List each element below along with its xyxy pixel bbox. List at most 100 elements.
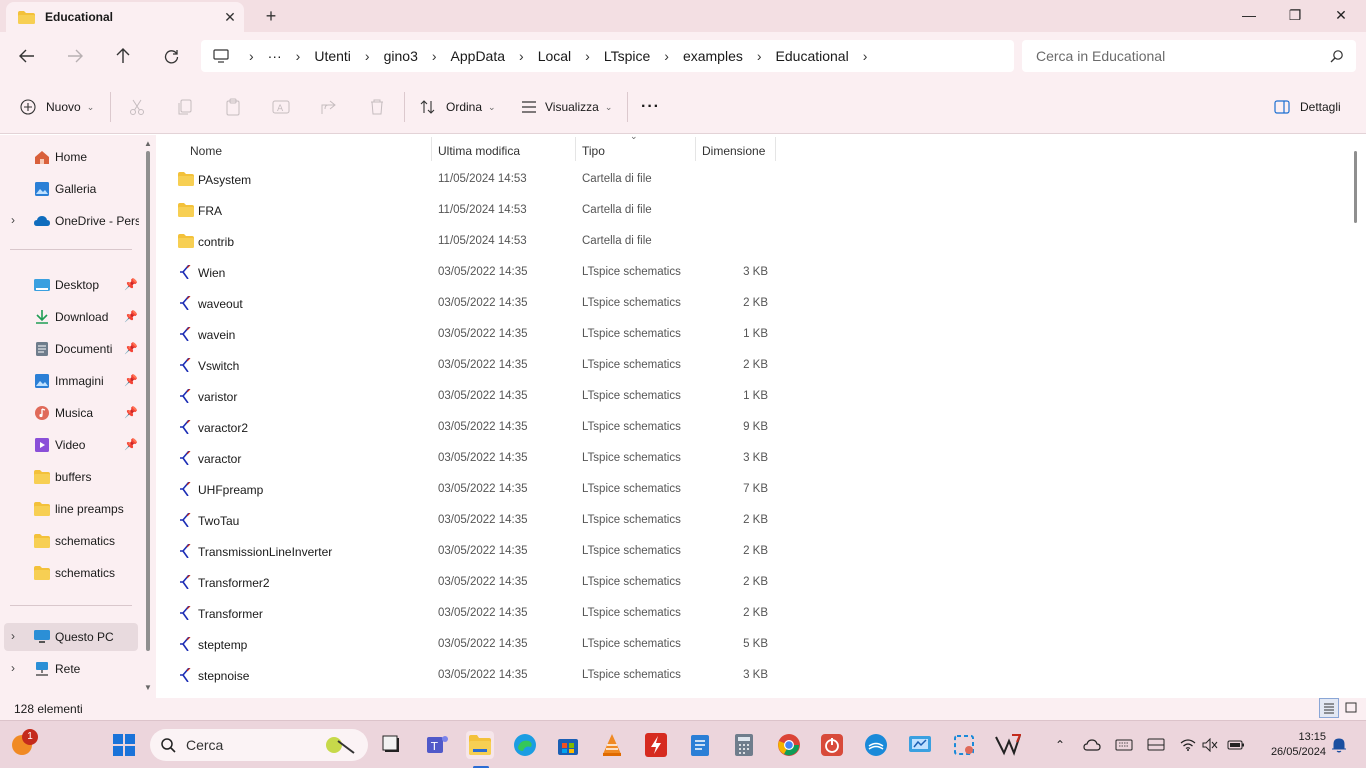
table-row[interactable]: varistor 03/05/2022 14:35 LTspice schemati… [174, 381, 1074, 412]
scroll-up-icon[interactable]: ▲ [144, 139, 152, 148]
sidebar-item-pictures[interactable]: Immagini 📌 [0, 367, 140, 395]
share-icon[interactable] [320, 98, 338, 116]
paste-icon[interactable] [224, 98, 242, 116]
teams-button[interactable]: T [423, 731, 451, 759]
battery-tray-icon[interactable] [1225, 735, 1247, 755]
taskbar-search[interactable]: Cerca [150, 729, 368, 761]
show-hidden-icons-button[interactable]: ⌃ [1049, 735, 1071, 755]
file-name[interactable]: FRA [198, 204, 222, 218]
pin-icon[interactable]: 📌 [124, 278, 138, 291]
sidebar-item-desktop[interactable]: Desktop 📌 [0, 271, 140, 299]
file-name[interactable]: steptemp [198, 638, 247, 652]
file-name[interactable]: varactor2 [198, 421, 248, 435]
copy-icon[interactable] [176, 98, 194, 116]
sidebar-item-onedrive[interactable]: › OneDrive - Personale [0, 207, 140, 235]
table-row[interactable]: Transformer2 03/05/2022 14:35 LTspice sche… [174, 567, 1074, 598]
minimize-button[interactable]: — [1226, 0, 1272, 30]
flash-app-button[interactable] [642, 731, 670, 759]
crumb-local[interactable]: Local [538, 48, 571, 64]
sidebar-item-download[interactable]: Download 📌 [0, 303, 140, 331]
sidebar-item-gallery[interactable]: Galleria [0, 175, 140, 203]
power-app-button[interactable] [818, 731, 846, 759]
chevron-right-icon[interactable]: › [365, 48, 370, 64]
column-divider[interactable] [575, 137, 576, 161]
pin-icon[interactable]: 📌 [124, 406, 138, 419]
table-row[interactable]: FRA 11/05/2024 14:53 Cartella di file [174, 195, 1074, 226]
file-name[interactable]: waveout [198, 297, 243, 311]
crumb-educational[interactable]: Educational [776, 48, 849, 64]
crumb-examples[interactable]: examples [683, 48, 743, 64]
table-row[interactable]: waveout 03/05/2022 14:35 LTspice schematic… [174, 288, 1074, 319]
rename-icon[interactable]: A [272, 98, 290, 116]
table-row[interactable]: varactor 03/05/2022 14:35 LTspice schemati… [174, 443, 1074, 474]
chevron-right-icon[interactable]: › [863, 48, 868, 64]
chevron-right-icon[interactable]: › [585, 48, 590, 64]
sidebar-item-schematics-2[interactable]: schematics [0, 559, 140, 587]
chevron-right-icon[interactable]: › [432, 48, 437, 64]
crumb-gino3[interactable]: gino3 [384, 48, 418, 64]
ltspice-button[interactable] [994, 731, 1022, 759]
cloud-app-button[interactable] [862, 731, 890, 759]
chevron-right-icon[interactable]: › [296, 48, 301, 64]
notepad-button[interactable] [686, 731, 714, 759]
start-button[interactable] [110, 731, 138, 759]
sidebar-item-home[interactable]: Home [0, 143, 140, 171]
pin-icon[interactable]: 📌 [124, 310, 138, 323]
up-button[interactable] [107, 42, 139, 70]
scroll-down-icon[interactable]: ▼ [144, 683, 152, 692]
table-row[interactable]: steptemp 03/05/2022 14:35 LTspice schemati… [174, 629, 1074, 660]
file-name[interactable]: contrib [198, 235, 234, 249]
table-row[interactable]: stepnoise 03/05/2022 14:35 LTspice schemat… [174, 660, 1074, 691]
file-name[interactable]: UHFpreamp [198, 483, 263, 497]
table-row[interactable]: wavein 03/05/2022 14:35 LTspice schematics… [174, 319, 1074, 350]
column-header-size[interactable]: Dimensione [702, 139, 765, 163]
file-name[interactable]: varistor [198, 390, 237, 404]
new-button[interactable]: Nuovo ⌄ [20, 94, 94, 120]
sidebar-item-network[interactable]: › Rete [0, 655, 140, 683]
sidebar-item-documents[interactable]: Documenti 📌 [0, 335, 140, 363]
sidebar-item-video[interactable]: Video 📌 [0, 431, 140, 459]
keyboard-tray-icon[interactable] [1113, 735, 1135, 755]
sidebar-item-this-pc[interactable]: › Questo PC [4, 623, 138, 651]
display-tray-icon[interactable] [1145, 735, 1167, 755]
crumb-ltspice[interactable]: LTspice [604, 48, 650, 64]
view-button[interactable]: Visualizza ⌄ [521, 94, 612, 120]
chevron-right-icon[interactable]: › [757, 48, 762, 64]
edge-button[interactable] [511, 731, 539, 759]
file-name[interactable]: TransmissionLineInverter [198, 545, 332, 559]
file-explorer-button[interactable] [466, 731, 494, 759]
address-bar[interactable]: › ··· › Utenti › gino3 › AppData › Local… [201, 40, 1014, 72]
tiles-view-button[interactable] [1341, 698, 1361, 718]
pin-icon[interactable]: 📌 [124, 342, 138, 355]
file-name[interactable]: Transformer2 [198, 576, 270, 590]
table-row[interactable]: PAsystem 11/05/2024 14:53 Cartella di file [174, 164, 1074, 195]
crumb-utenti[interactable]: Utenti [314, 48, 351, 64]
column-divider[interactable] [775, 137, 776, 161]
table-row[interactable]: Vswitch 03/05/2022 14:35 LTspice schematic… [174, 350, 1074, 381]
volume-tray-icon[interactable] [1199, 735, 1221, 755]
store-button[interactable] [554, 731, 582, 759]
notifications-button[interactable] [1328, 735, 1350, 755]
file-name[interactable]: varactor [198, 452, 241, 466]
file-list-scrollbar[interactable] [1352, 149, 1360, 689]
task-view-button[interactable] [378, 731, 406, 759]
chrome-button[interactable] [775, 731, 803, 759]
table-row[interactable]: TransmissionLineInverter 03/05/2022 14:35… [174, 536, 1074, 567]
column-header-name[interactable]: Nome [190, 139, 222, 163]
column-header-modified[interactable]: Ultima modifica [438, 139, 520, 163]
snipping-tool-button[interactable] [950, 731, 978, 759]
crumb-appdata[interactable]: AppData [451, 48, 505, 64]
table-row[interactable]: contrib 11/05/2024 14:53 Cartella di file [174, 226, 1074, 257]
pin-icon[interactable]: 📌 [124, 374, 138, 387]
chevron-right-icon[interactable]: › [11, 213, 15, 227]
sidebar-item-line-preamps[interactable]: line preamps [0, 495, 140, 523]
file-name[interactable]: Vswitch [198, 359, 239, 373]
table-row[interactable]: TwoTau 03/05/2022 14:35 LTspice schematics… [174, 505, 1074, 536]
sort-button[interactable]: Ordina ⌄ [420, 94, 496, 120]
delete-icon[interactable] [368, 98, 386, 116]
file-name[interactable]: TwoTau [198, 514, 239, 528]
file-name[interactable]: stepnoise [198, 669, 249, 683]
new-tab-button[interactable]: + [258, 4, 284, 28]
chevron-right-icon[interactable]: › [519, 48, 524, 64]
close-window-button[interactable]: ✕ [1318, 0, 1364, 30]
